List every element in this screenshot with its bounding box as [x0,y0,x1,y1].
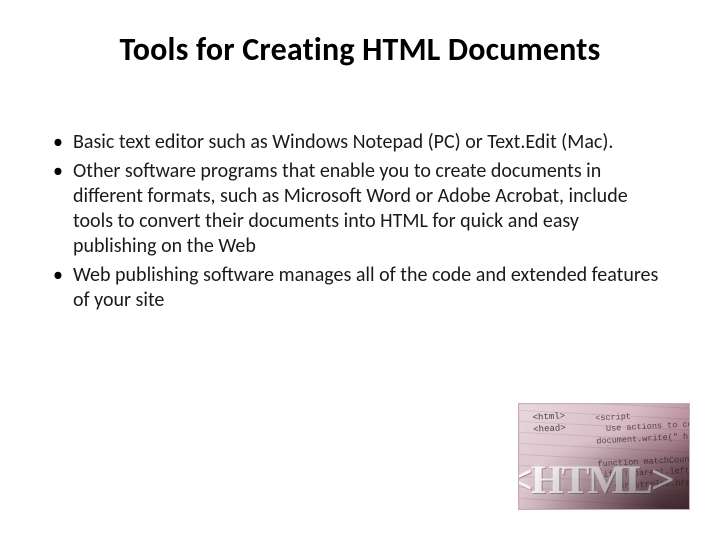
list-item: Basic text editor such as Windows Notepa… [45,130,660,155]
decor-big-html-text: <HTML> [518,456,673,503]
slide-title: Tools for Creating HTML Documents [0,30,720,69]
bullet-list: Basic text editor such as Windows Notepa… [45,130,660,313]
list-item: Other software programs that enable you … [45,159,660,259]
slide: Tools for Creating HTML Documents Basic … [0,0,720,540]
list-item: Web publishing software manages all of t… [45,263,660,313]
slide-content: Basic text editor such as Windows Notepa… [45,130,660,317]
html-code-image: <html> <head> <script Use actions to con… [518,403,690,510]
decor-tags-text: <html> <head> [532,411,566,436]
